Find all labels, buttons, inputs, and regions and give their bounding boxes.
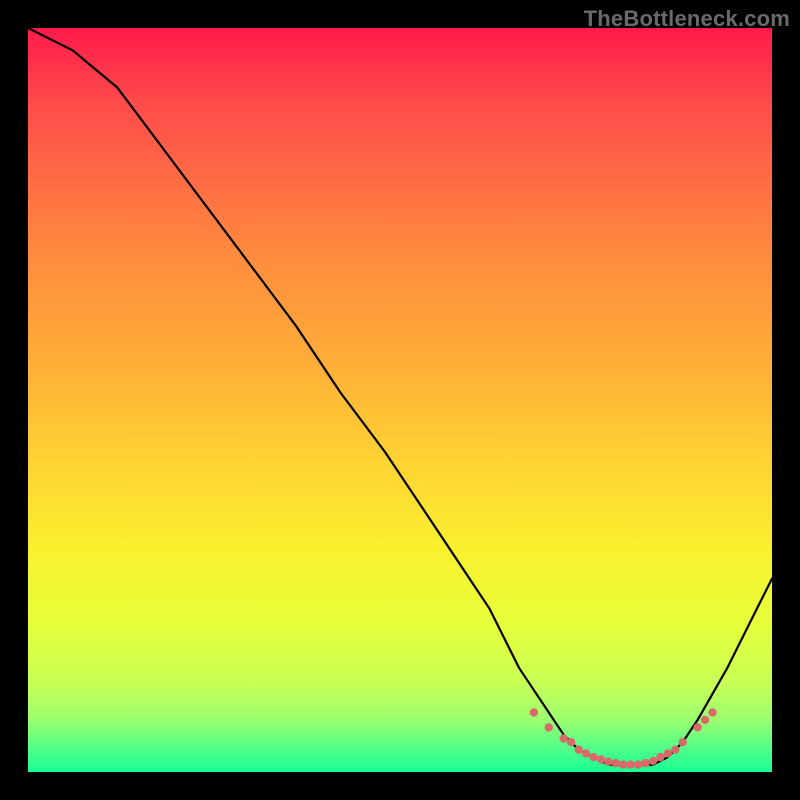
marker-dot <box>582 749 590 757</box>
bottleneck-curve <box>28 28 772 765</box>
marker-dot <box>574 746 582 754</box>
marker-dot <box>679 738 687 746</box>
marker-dot <box>530 708 538 716</box>
plot-area <box>28 28 772 772</box>
marker-dot <box>634 760 642 768</box>
marker-dot <box>567 738 575 746</box>
marker-dot <box>656 753 664 761</box>
marker-dot <box>604 757 612 765</box>
marker-dot <box>619 760 627 768</box>
marker-dot <box>641 759 649 767</box>
marker-dot <box>560 734 568 742</box>
chart-frame: TheBottleneck.com <box>0 0 800 800</box>
curve-layer <box>28 28 772 772</box>
marker-dot <box>693 723 701 731</box>
marker-dot <box>545 723 553 731</box>
marker-dot <box>589 753 597 761</box>
marker-dot <box>626 760 634 768</box>
marker-dot <box>597 755 605 763</box>
marker-dot <box>671 746 679 754</box>
marker-dot <box>612 759 620 767</box>
marker-dot <box>664 749 672 757</box>
marker-dot <box>701 716 709 724</box>
marker-dot <box>649 757 657 765</box>
marker-dot <box>708 708 716 716</box>
flat-region-markers <box>530 708 717 769</box>
